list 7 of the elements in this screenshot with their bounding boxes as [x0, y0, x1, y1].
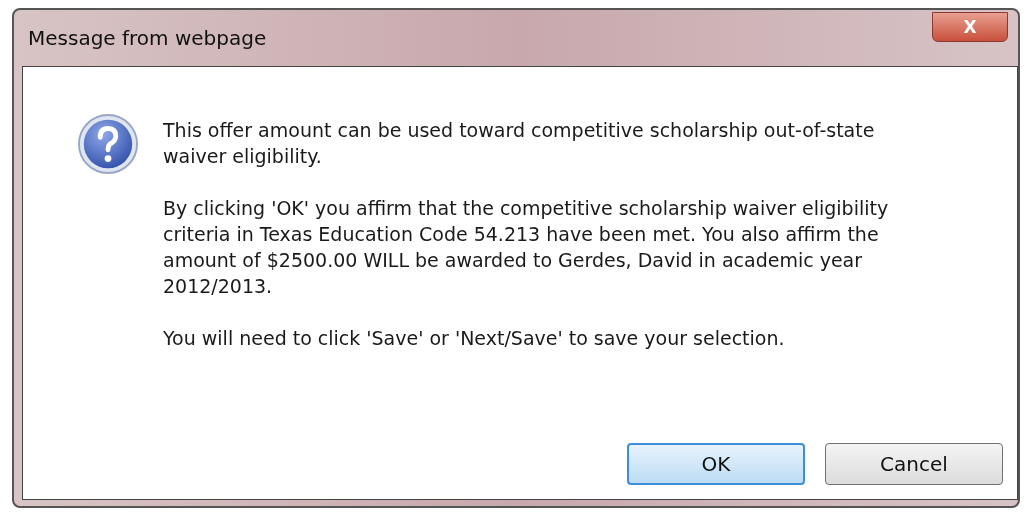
window-title: Message from webpage [28, 26, 267, 50]
message-text: This offer amount can be used toward competitive scholarship out-of-state waiver eligibility. [163, 118, 876, 169]
message-text: By clicking 'OK' you affirm that the competitive scholarship waiver eligibility criteria in Texas Education Code 54.213 have been met. You also affirm the amount of $2500.00 WILL be awarded to Gerdes, David in academic year 2012/2013. [163, 196, 890, 299]
message-text: You will need to click 'Save' or 'Next/Save' to save your selection. [163, 326, 786, 351]
question-icon [77, 113, 139, 175]
ok-button[interactable]: OK [627, 443, 805, 485]
cancel-button[interactable]: Cancel [825, 443, 1003, 485]
